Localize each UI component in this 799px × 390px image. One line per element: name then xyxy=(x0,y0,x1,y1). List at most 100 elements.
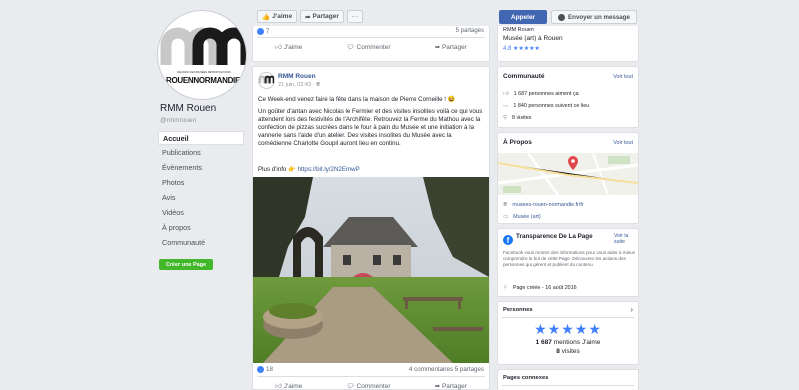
about-title: À Propos xyxy=(503,139,532,146)
page-category[interactable]: Musée (art) à Rouen xyxy=(503,35,563,42)
people-card: Personnes › ★★★★★ 1 687 mentions J'aime … xyxy=(497,301,639,365)
post-comment-label: Commenter xyxy=(356,383,391,390)
previous-post-share-button[interactable]: ➦ Partager xyxy=(435,43,467,51)
people-rating-stars: ★★★★★ xyxy=(534,321,602,337)
community-visits[interactable]: 8 visites xyxy=(512,115,531,121)
post-like-button[interactable]: 👍︎ J'aime xyxy=(275,382,302,390)
like-reaction-icon xyxy=(257,28,264,35)
globe-icon: 🌐︎ xyxy=(503,201,508,208)
send-message-label: Envoyer un message xyxy=(568,13,630,21)
transparency-card: f Transparence De La Page Voir la suite … xyxy=(497,228,639,297)
community-title: Communauté xyxy=(503,73,545,80)
previous-post-shares[interactable]: 5 partages xyxy=(456,28,484,34)
nav-item-evenements[interactable]: Évènements xyxy=(158,161,244,175)
people-title: Personnes xyxy=(503,307,533,313)
share-icon: ➦ xyxy=(434,383,442,390)
rmm-logo-icon xyxy=(160,27,246,65)
logo-wordmark: ROUENNORMANDIE xyxy=(165,76,241,85)
previous-post-comment-label: Commenter xyxy=(356,44,391,51)
people-mentions-count: 1 687 xyxy=(535,339,552,346)
garden-photo-image xyxy=(253,177,489,363)
location-map[interactable] xyxy=(498,153,638,195)
page-share-button[interactable]: ➦ Partager xyxy=(300,10,344,23)
comment-icon: 💬︎ xyxy=(346,44,357,51)
community-see-all[interactable]: Voir tout xyxy=(613,74,633,80)
thumbs-up-icon: 👍︎ xyxy=(503,91,509,97)
about-see-all[interactable]: Voir tout xyxy=(613,140,633,146)
post-link[interactable]: https://bit.ly/2N2EmwP xyxy=(298,166,360,173)
thumbs-up-outline-icon: 👍︎ xyxy=(275,383,284,390)
map-image xyxy=(498,153,638,195)
category-icon: ▭ xyxy=(503,214,509,220)
community-likes[interactable]: 1 687 personnes aiment ça xyxy=(514,91,579,97)
page-like-button[interactable]: 👍 J'aime xyxy=(257,10,298,23)
about-card: À Propos Voir tout 🌐︎ musees-rouen-norman… xyxy=(497,132,639,224)
page-info-card: RMM Rouen Musée (art) à Rouen 4.8 ★★★★★ xyxy=(497,26,639,62)
flag-icon: ⚐ xyxy=(503,285,508,291)
globe-icon: 🌐︎ xyxy=(315,82,321,88)
community-follows[interactable]: 1 840 personnes suivent ce lieu xyxy=(513,103,589,109)
post-reaction-count[interactable]: 18 xyxy=(266,366,273,373)
page-rating[interactable]: 4.8 ★★★★★ xyxy=(503,45,540,52)
nav-item-communaute[interactable]: Communauté xyxy=(158,236,244,250)
nav-item-publications[interactable]: Publications xyxy=(158,146,244,160)
post-like-label: J'aime xyxy=(283,383,303,390)
post-text-intro: Ce Week-end venez faire la fête dans la … xyxy=(258,96,456,103)
page-like-label: J'aime xyxy=(272,13,293,20)
previous-post-like-button[interactable]: 👍︎ J'aime xyxy=(275,43,302,51)
about-website[interactable]: musees-rouen-normandie.fr/fr xyxy=(512,202,583,208)
thumbs-up-icon: 👍 xyxy=(262,13,271,21)
more-options-button[interactable]: ··· xyxy=(346,10,363,23)
page-name[interactable]: RMM Rouen xyxy=(160,103,216,114)
post-comment-button[interactable]: 💬︎ Commenter xyxy=(346,382,390,390)
page-profile-picture[interactable]: RÉUNION DES MUSÉES MÉTROPOLITAINS ROUENN… xyxy=(157,10,247,100)
related-pages-title: Pages connexes xyxy=(503,375,549,381)
facebook-icon: f xyxy=(503,235,513,245)
page-created-date: Page créée - 16 août 2016 xyxy=(512,285,577,291)
people-visits-label: visites xyxy=(559,348,580,355)
related-pages-card: Pages connexes xyxy=(497,369,639,390)
community-card: Communauté Voir tout 👍︎ 1 687 personnes a… xyxy=(497,66,639,128)
share-arrow-icon: ➦ xyxy=(305,13,311,21)
nav-item-photos[interactable]: Photos xyxy=(158,176,244,190)
post-date[interactable]: 21 juin, 02:43 · xyxy=(278,82,316,88)
logo-caption: RÉUNION DES MUSÉES MÉTROPOLITAINS xyxy=(177,71,231,74)
nav-item-avis[interactable]: Avis xyxy=(158,191,244,205)
post-stats[interactable]: 4 commentaires 5 partages xyxy=(409,366,484,373)
previous-post-like-label: J'aime xyxy=(283,44,303,51)
post-more-info: Plus d'info 👉 xyxy=(258,166,298,173)
transparency-see-more[interactable]: Voir la suite xyxy=(614,233,636,245)
about-category[interactable]: Musée (art) xyxy=(513,214,541,220)
post-author-avatar[interactable] xyxy=(258,72,275,89)
chevron-right-icon[interactable]: › xyxy=(630,305,633,314)
previous-post-footer: 7 5 partages 👍︎ J'aime 💬︎ Commenter ➦ Pa… xyxy=(252,26,490,62)
page-action-bar: 👍 J'aime ➦ Partager ··· xyxy=(257,10,363,24)
nav-item-videos[interactable]: Vidéos xyxy=(158,206,244,220)
transparency-title: Transparence De La Page xyxy=(516,233,593,240)
comment-icon: 💬︎ xyxy=(346,383,357,390)
map-pin-icon: ⚲ xyxy=(503,115,507,121)
nav-item-accueil[interactable]: Accueil xyxy=(158,131,244,145)
previous-post-share-label: Partager xyxy=(441,44,467,51)
people-mentions-label: mentions J'aime xyxy=(551,339,601,346)
post-share-button[interactable]: ➦ Partager xyxy=(435,382,467,390)
post-photo[interactable] xyxy=(253,177,489,363)
messenger-icon xyxy=(558,13,566,21)
page-share-label: Partager xyxy=(312,13,339,20)
sidebar-page-name: RMM Rouen xyxy=(503,27,534,33)
create-page-button[interactable]: Créer une Page xyxy=(159,259,213,270)
like-reaction-icon xyxy=(257,366,264,373)
rss-follow-icon: 〰 xyxy=(503,104,509,110)
call-button[interactable]: Appeler xyxy=(499,10,547,24)
share-icon: ➦ xyxy=(434,44,442,51)
page-handle[interactable]: @rmmrouen xyxy=(160,117,196,124)
previous-post-reaction-count[interactable]: 7 xyxy=(266,29,269,35)
post-share-label: Partager xyxy=(441,383,467,390)
post-author[interactable]: RMM Rouen xyxy=(278,73,316,80)
previous-post-comment-button[interactable]: 💬︎ Commenter xyxy=(346,43,390,51)
nav-item-a-propos[interactable]: À propos xyxy=(158,221,244,235)
post-text-body: Un goûter d'antan avec Nicolas le Fermie… xyxy=(258,108,483,148)
rmm-logo-small-icon xyxy=(259,75,275,84)
send-message-button[interactable]: Envoyer un message xyxy=(551,10,637,24)
transparency-text: Facebook vous montre des informations po… xyxy=(503,250,636,267)
